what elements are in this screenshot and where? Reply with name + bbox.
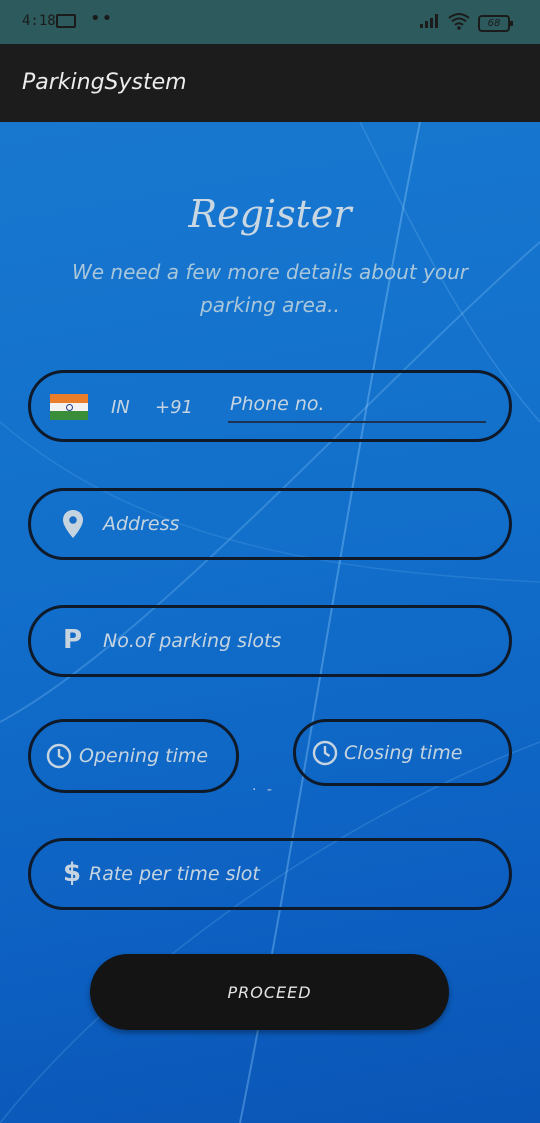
closing-time-placeholder[interactable]: Closing time [344,742,462,764]
country-code[interactable]: IN [111,397,130,418]
address-field[interactable]: Address [28,488,512,560]
parking-icon: P [63,625,83,655]
register-heading: Register [188,192,352,236]
phone-field[interactable]: IN +91 [28,370,512,442]
register-subtitle: We need a few more details about your pa… [71,260,469,317]
closing-time-field[interactable]: Closing time [293,719,512,786]
laptop-icon [56,14,76,28]
app-title: ParkingSystem [22,70,187,95]
india-flag-icon[interactable] [50,394,88,420]
wifi-icon [448,13,470,30]
status-time: 4:18 [22,13,56,29]
app-bar: ParkingSystem [0,44,540,122]
status-bar: 4:18 •• 68 [0,0,540,44]
dollar-icon: $ [63,858,82,888]
clock-icon [312,740,338,766]
time-separator: · - [252,782,275,798]
clock-icon [46,743,72,769]
proceed-button[interactable]: PROCEED [90,954,449,1030]
rate-placeholder[interactable]: Rate per time slot [89,863,260,885]
address-placeholder[interactable]: Address [103,513,179,535]
phone-input[interactable] [228,387,486,423]
parking-slots-field[interactable]: P No.of parking slots [28,605,512,677]
register-screen: Register We need a few more details abou… [0,122,540,1123]
opening-time-field[interactable]: Opening time [28,719,239,793]
parking-slots-placeholder[interactable]: No.of parking slots [103,630,281,652]
signal-icon [420,14,438,28]
notification-dots: •• [90,8,114,29]
battery-icon: 68 [478,15,513,32]
location-pin-icon [63,510,83,538]
rate-field[interactable]: $ Rate per time slot [28,838,512,910]
dial-code[interactable]: +91 [155,397,193,418]
opening-time-placeholder[interactable]: Opening time [79,745,208,767]
